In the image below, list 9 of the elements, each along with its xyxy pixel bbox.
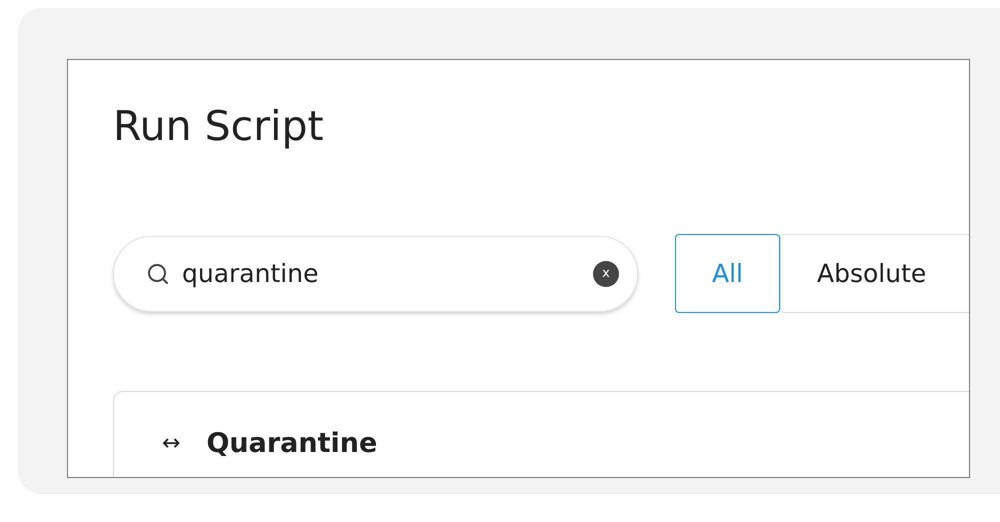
result-card[interactable]: ↔ Quarantine (113, 391, 969, 477)
search-field[interactable]: quarantine x (113, 236, 638, 312)
filter-tab[interactable]: All (675, 234, 780, 313)
result-icon: ↔ (162, 431, 180, 456)
filter-tab[interactable]: Absolute (780, 234, 969, 313)
result-name: Quarantine (206, 428, 378, 459)
clear-button[interactable]: x (593, 260, 619, 286)
page-title: Run Script (113, 101, 324, 152)
search-icon (146, 262, 170, 286)
